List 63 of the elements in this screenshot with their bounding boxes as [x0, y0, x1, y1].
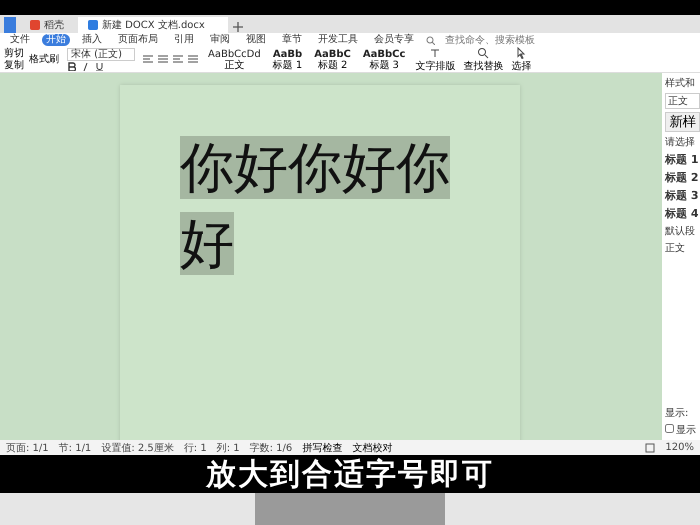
clipboard-button[interactable]: 复制	[4, 60, 24, 71]
current-style-field[interactable]: 正文	[665, 93, 700, 109]
page-view-icon[interactable]	[645, 442, 656, 452]
style-option[interactable]: AaBbCcDd 正文	[206, 48, 263, 70]
preview-checkbox[interactable]	[665, 424, 674, 433]
pane-prompt: 请选择	[665, 136, 696, 149]
italic-icon[interactable]	[81, 62, 90, 71]
align-icon[interactable]	[173, 55, 183, 64]
status-text: 节: 1/1	[58, 442, 92, 454]
proofread-button[interactable]: 文档校对	[352, 440, 392, 454]
style-item[interactable]: 标题 2	[665, 170, 700, 185]
style-item[interactable]: 标题 1	[665, 152, 700, 167]
text-icon[interactable]	[429, 46, 442, 58]
menu-tab[interactable]: 视图	[242, 34, 270, 46]
style-item[interactable]: 标题 3	[665, 188, 700, 203]
document-tab[interactable]: 新建 DOCX 文档.docx	[78, 17, 228, 33]
menu-tab[interactable]: 开始	[42, 34, 70, 46]
status-text: 字数: 1/6	[250, 442, 292, 454]
align-icon[interactable]	[158, 55, 168, 64]
find-icon[interactable]	[477, 46, 490, 58]
search-field[interactable]: 查找命令、搜索模板	[443, 34, 557, 46]
search-icon[interactable]	[426, 36, 435, 44]
align-icon[interactable]	[188, 55, 198, 64]
menu-tab[interactable]: 会员专享	[370, 34, 418, 46]
style-item[interactable]: 默认段	[665, 224, 700, 238]
clipboard-button[interactable]: 格式刷	[29, 54, 59, 65]
status-text: 页面: 1/1	[6, 442, 49, 454]
status-text: 列: 1	[216, 442, 240, 454]
menu-tab[interactable]: 页面布局	[114, 34, 162, 46]
document-text: 你好你好你好	[180, 135, 451, 277]
style-option[interactable]: AaBbCc 标题 3	[360, 48, 408, 70]
menu-tab[interactable]: 文件	[6, 34, 34, 46]
tool-button[interactable]: 文字排版	[415, 46, 456, 72]
align-icon[interactable]	[143, 55, 153, 64]
show-filter[interactable]: 显示:	[665, 406, 700, 420]
select-icon[interactable]	[515, 46, 528, 58]
file-icon	[30, 20, 40, 30]
style-item[interactable]: 正文	[665, 241, 700, 255]
underline-icon[interactable]	[95, 62, 104, 71]
file-icon	[88, 20, 98, 30]
style-option[interactable]: AaBbC 标题 2	[312, 48, 353, 70]
new-tab-icon[interactable]	[232, 21, 244, 33]
font-name-field[interactable]: 宋体 (正文)	[67, 48, 135, 61]
document-tab[interactable]: 稻壳	[20, 17, 74, 33]
pane-title: 样式和	[665, 76, 696, 90]
menu-tab[interactable]: 引用	[170, 34, 198, 46]
tool-button[interactable]: 查找替换	[463, 46, 504, 72]
spell-check-button[interactable]: 拼写检查	[302, 440, 342, 454]
preview-label: 显示	[676, 425, 696, 436]
bold-icon[interactable]	[67, 62, 76, 71]
style-item[interactable]: 标题 4	[665, 206, 700, 221]
status-text: 行: 1	[184, 442, 207, 454]
menu-tab[interactable]: 章节	[278, 34, 306, 46]
new-style-button[interactable]: 新样	[665, 112, 700, 132]
subtitle-text: 放大到合适字号即可	[206, 456, 494, 494]
status-text: 设置值: 2.5厘米	[101, 442, 174, 454]
tool-button[interactable]: 选择	[511, 46, 532, 72]
menu-tab[interactable]: 插入	[78, 34, 106, 46]
zoom-level[interactable]: 120%	[665, 442, 694, 453]
menu-tab[interactable]: 开发工具	[314, 34, 362, 46]
style-option[interactable]: AaBb 标题 1	[270, 48, 304, 70]
menu-tab[interactable]: 审阅	[206, 34, 234, 46]
clipboard-button[interactable]: 剪切	[4, 48, 24, 59]
